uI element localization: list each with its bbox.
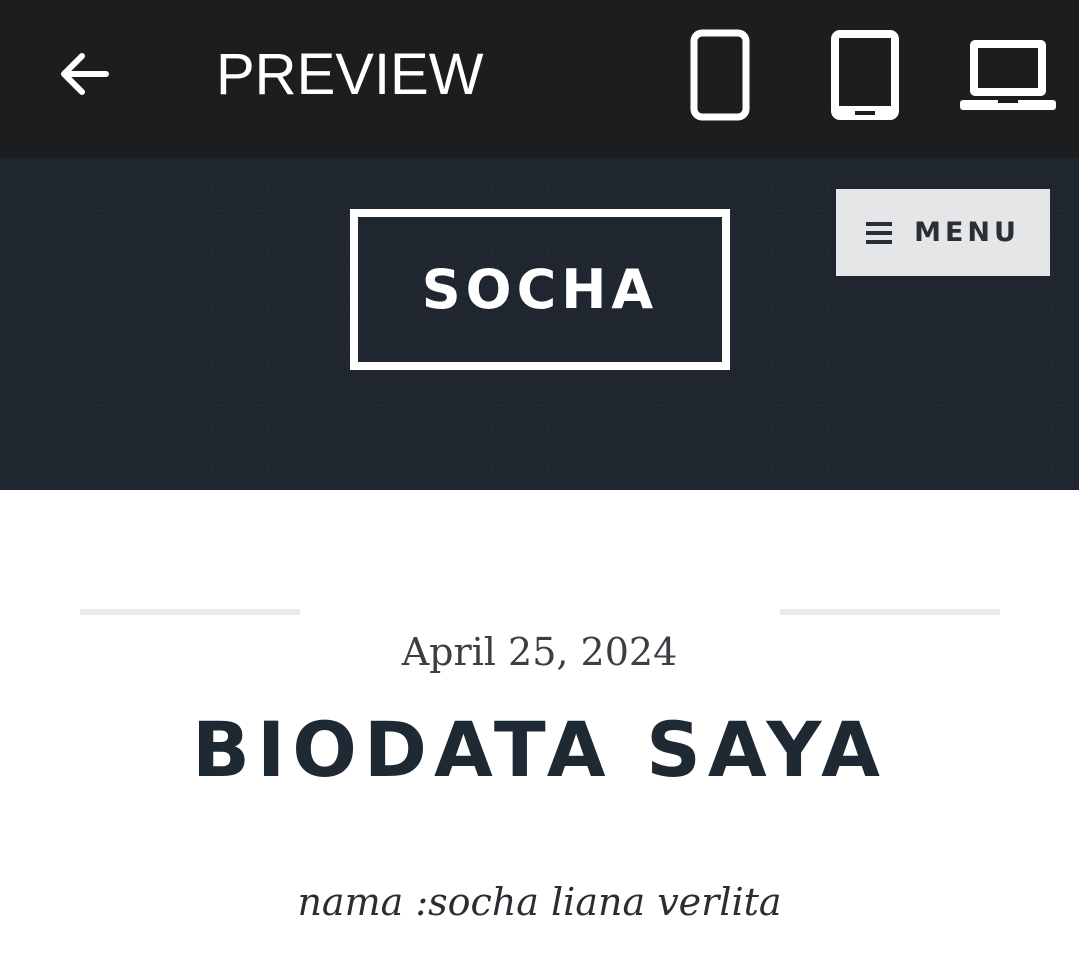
- laptop-icon: [960, 40, 1056, 110]
- mobile-phone-icon: [690, 29, 750, 121]
- post-date: April 25, 2024: [401, 630, 678, 674]
- post-body-text: nama :socha liana verlita: [297, 880, 782, 924]
- back-button[interactable]: [52, 42, 116, 106]
- desktop-preview-button[interactable]: [954, 28, 1062, 120]
- menu-button-label: MENU: [914, 217, 1020, 248]
- preview-toolbar: PREVIEW: [0, 0, 1079, 158]
- hamburger-icon: [866, 221, 893, 244]
- toolbar-title: PREVIEW: [216, 42, 484, 107]
- divider-left: [80, 609, 300, 615]
- tablet-preview-button[interactable]: [820, 22, 910, 128]
- divider-right: [780, 609, 1000, 615]
- tablet-icon: [831, 30, 899, 120]
- site-logo-text: SOCHA: [421, 258, 659, 321]
- menu-button[interactable]: MENU: [836, 189, 1050, 276]
- mobile-preview-button[interactable]: [684, 24, 756, 126]
- site-header: SOCHA MENU: [0, 158, 1079, 490]
- site-logo[interactable]: SOCHA: [350, 209, 730, 370]
- arrow-left-icon: [61, 53, 109, 95]
- post-title: BIODATA SAYA: [192, 705, 887, 794]
